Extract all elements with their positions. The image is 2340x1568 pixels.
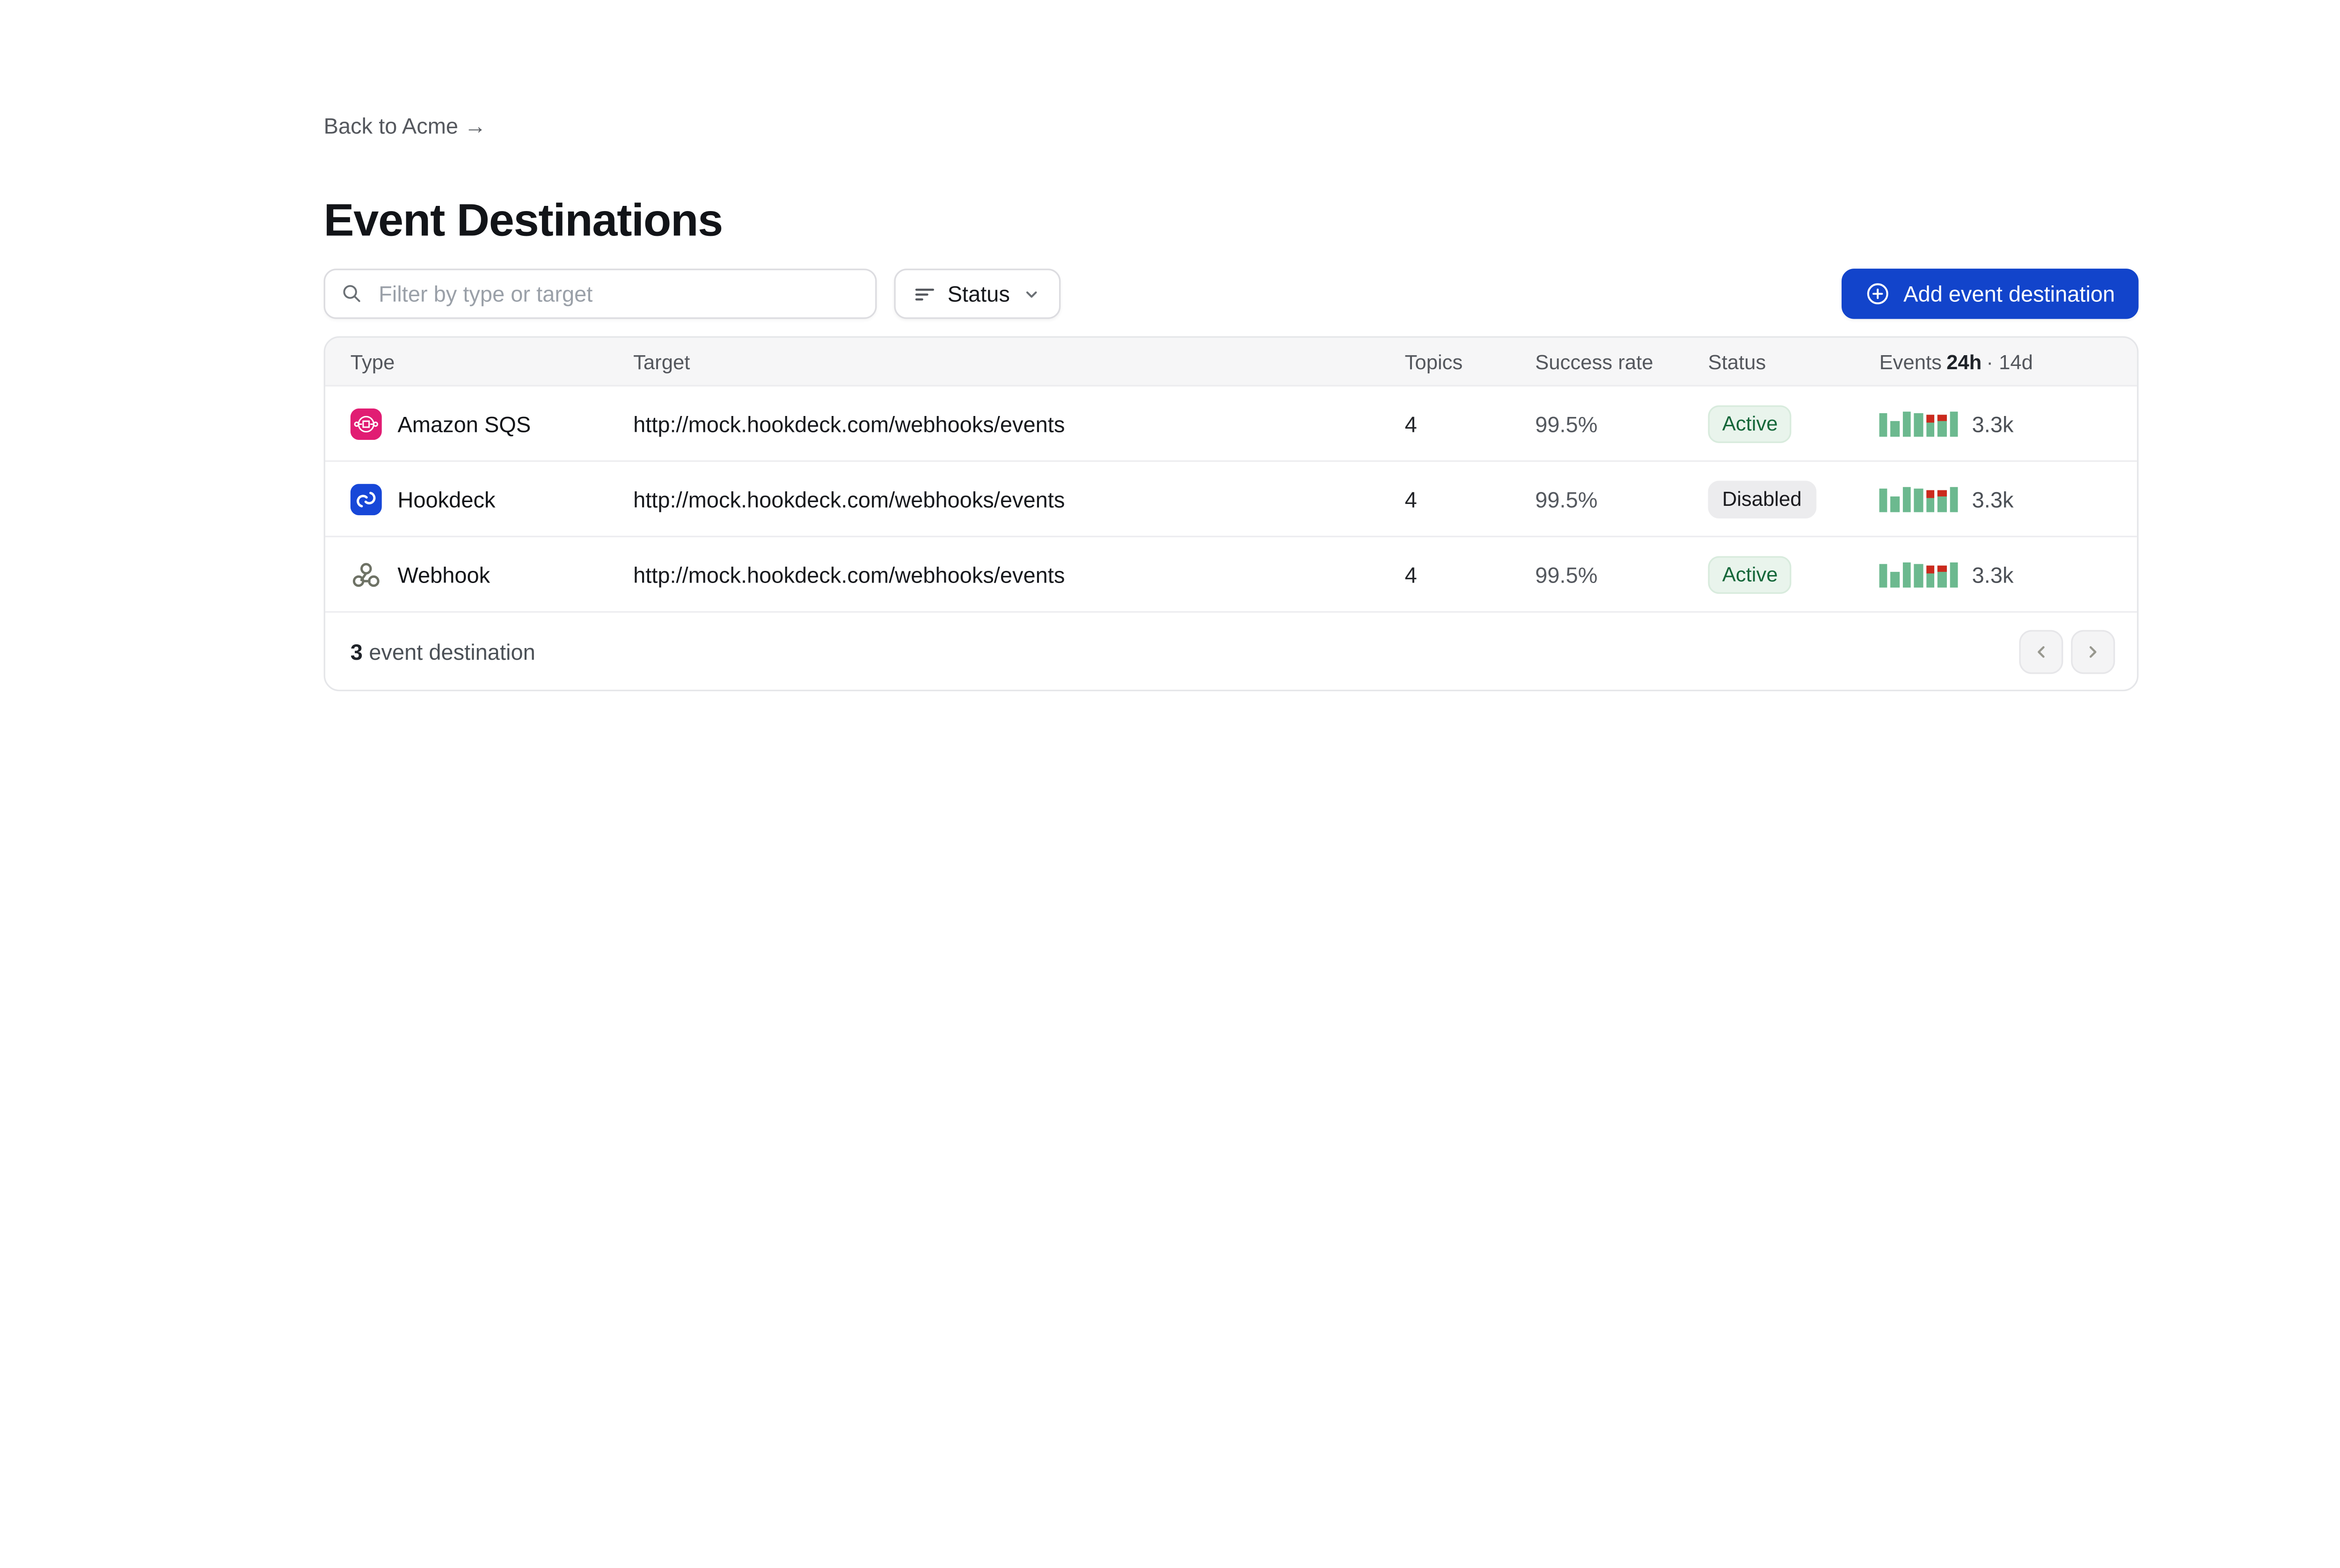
destination-success-rate: 99.5%: [1535, 411, 1708, 436]
events-sparkline: [1879, 562, 1958, 587]
destination-topics: 4: [1405, 411, 1536, 436]
col-header-type: Type: [351, 350, 633, 373]
next-page-button[interactable]: [2071, 629, 2115, 673]
destination-type-label: Webhook: [397, 562, 490, 587]
events-sparkline: [1879, 486, 1958, 511]
table-row[interactable]: Hookdeck http://mock.hookdeck.com/webhoo…: [325, 460, 2137, 536]
status-filter-button[interactable]: Status: [894, 269, 1060, 319]
chevron-right-icon: [2084, 642, 2102, 661]
hookdeck-icon: [351, 483, 382, 514]
row-count: 3event destination: [351, 639, 535, 664]
webhook-icon: [351, 559, 382, 590]
app-window: Back to Acme → Event Destinations Status: [0, 0, 2340, 1568]
col-header-events: Events24h· 14d: [1879, 350, 2137, 373]
col-header-success-rate: Success rate: [1535, 350, 1708, 373]
destination-success-rate: 99.5%: [1535, 562, 1708, 587]
previous-page-button[interactable]: [2019, 629, 2063, 673]
add-event-destination-button[interactable]: Add event destination: [1842, 269, 2138, 319]
table-row[interactable]: Webhook http://mock.hookdeck.com/webhook…: [325, 536, 2137, 611]
back-to-acme-link[interactable]: Back to Acme →: [324, 113, 486, 139]
chevron-down-icon: [1023, 285, 1040, 302]
event-destinations-table: Type Target Topics Success rate Status E…: [324, 336, 2139, 692]
events-total: 3.3k: [1972, 562, 2014, 587]
destination-topics: 4: [1405, 486, 1536, 511]
events-total: 3.3k: [1972, 411, 2014, 436]
destination-success-rate: 99.5%: [1535, 486, 1708, 511]
table-header-row: Type Target Topics Success rate Status E…: [325, 338, 2137, 385]
search-input[interactable]: [375, 280, 859, 308]
table-footer: 3event destination: [325, 611, 2137, 690]
table-row[interactable]: Amazon SQS http://mock.hookdeck.com/webh…: [325, 385, 2137, 460]
search-box[interactable]: [324, 269, 877, 319]
add-event-destination-label: Add event destination: [1903, 281, 2115, 306]
col-header-status: Status: [1708, 350, 1879, 373]
destination-topics: 4: [1405, 562, 1536, 587]
destination-type-label: Amazon SQS: [397, 411, 531, 436]
toolbar: Status Add event destination: [324, 269, 2139, 319]
pagination: [2019, 629, 2115, 673]
destination-type-label: Hookdeck: [397, 486, 495, 511]
col-header-topics: Topics: [1405, 350, 1536, 373]
destination-target: http://mock.hookdeck.com/webhooks/events: [633, 486, 1405, 511]
status-badge: Active: [1708, 555, 1792, 593]
destination-target: http://mock.hookdeck.com/webhooks/events: [633, 411, 1405, 436]
destination-target: http://mock.hookdeck.com/webhooks/events: [633, 562, 1405, 587]
search-icon: [341, 283, 363, 305]
col-header-target: Target: [633, 350, 1405, 373]
chevron-left-icon: [2032, 642, 2050, 661]
amazon-sqs-icon: [351, 408, 382, 439]
status-filter-label: Status: [948, 281, 1010, 306]
status-badge: Active: [1708, 405, 1792, 443]
page-title: Event Destinations: [324, 193, 2139, 250]
events-total: 3.3k: [1972, 486, 2014, 511]
status-badge: Disabled: [1708, 480, 1816, 518]
filter-icon: [914, 284, 935, 304]
events-sparkline: [1879, 411, 1958, 436]
plus-circle-icon: [1866, 281, 1891, 306]
